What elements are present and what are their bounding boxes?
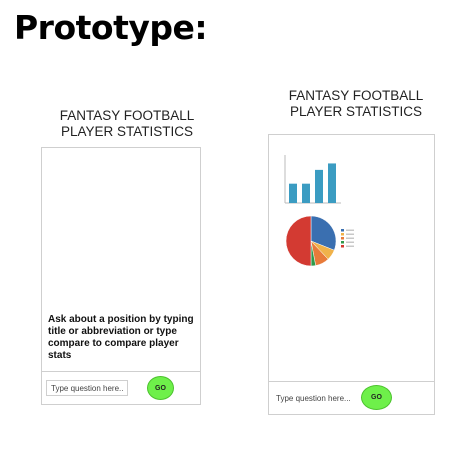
legend-entry: [346, 241, 354, 243]
right-input-bar: GO: [269, 381, 434, 414]
left-title-line1: FANTASY FOOTBALL: [59, 108, 195, 123]
legend-swatch: [341, 245, 344, 248]
bar: [302, 183, 310, 203]
left-input-bar: GO: [42, 371, 200, 404]
left-question-input[interactable]: [46, 380, 128, 396]
bar: [328, 163, 336, 203]
left-instructions: Ask about a position by typing title or …: [48, 314, 194, 361]
legend-swatch: [341, 241, 344, 244]
pie-chart: [285, 215, 354, 267]
bar-chart: [284, 155, 341, 204]
right-phone-screen: GO: [268, 134, 435, 415]
legend-entry: [346, 245, 354, 247]
page-heading: Prototype:: [14, 8, 208, 47]
bar: [289, 183, 297, 203]
right-question-input[interactable]: [271, 390, 359, 406]
left-go-button[interactable]: GO: [147, 376, 174, 400]
right-go-button[interactable]: GO: [361, 385, 392, 410]
bar: [315, 169, 323, 203]
pie-slice: [285, 215, 312, 267]
legend-swatch: [341, 237, 344, 240]
left-title-line2: PLAYER STATISTICS: [60, 124, 194, 139]
legend-swatch: [341, 233, 344, 236]
left-phone-screen: Ask about a position by typing title or …: [41, 147, 201, 405]
legend-swatch: [341, 229, 344, 232]
right-title-line1: FANTASY FOOTBALL: [288, 88, 424, 103]
right-title-line2: PLAYER STATISTICS: [289, 104, 423, 119]
legend-entry: [346, 237, 354, 239]
right-app-title: FANTASY FOOTBALL PLAYER STATISTICS: [270, 88, 442, 120]
legend-entry: [346, 233, 354, 235]
legend-entry: [346, 229, 354, 231]
left-app-title: FANTASY FOOTBALL PLAYER STATISTICS: [42, 108, 212, 140]
